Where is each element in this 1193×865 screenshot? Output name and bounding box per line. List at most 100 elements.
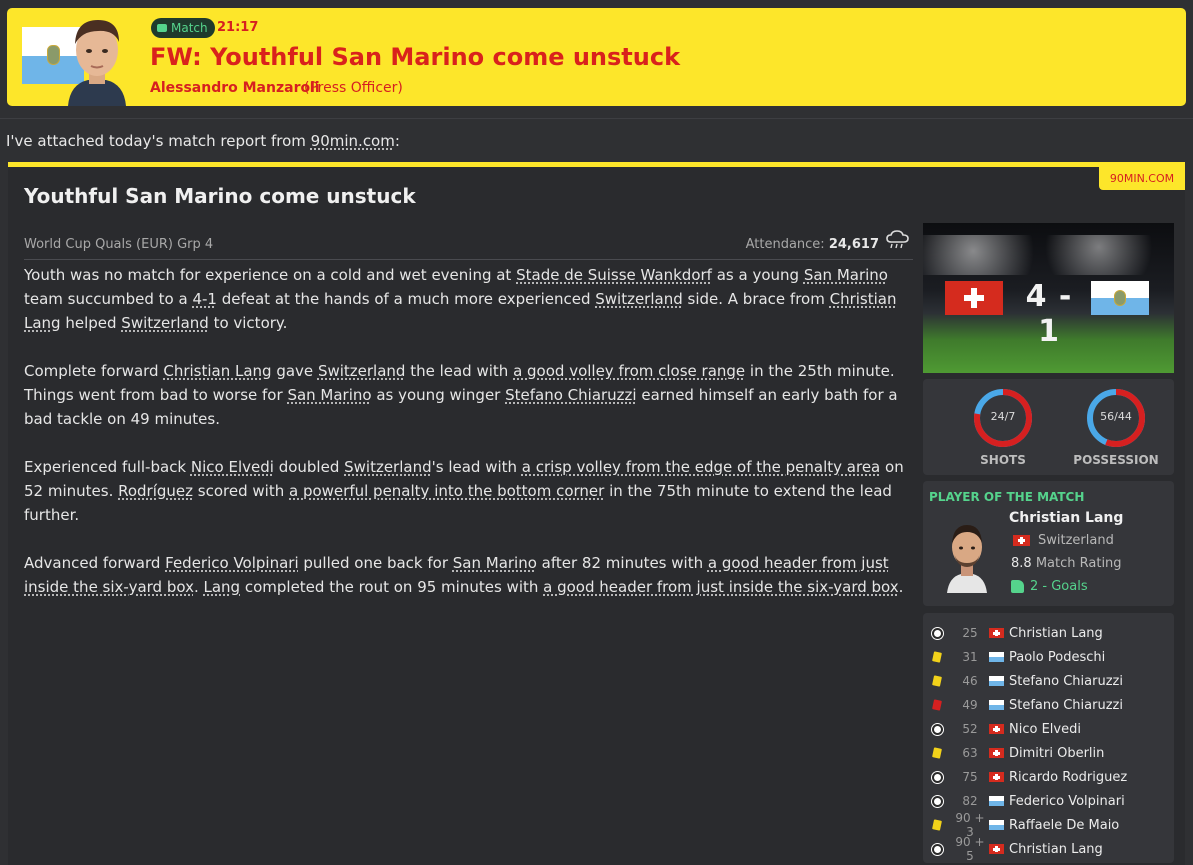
switzerland-flag-icon <box>989 628 1004 638</box>
event-player[interactable]: Paolo Podeschi <box>1009 650 1105 665</box>
event-flag-cell <box>989 796 1009 806</box>
event-player[interactable]: Ricardo Rodriguez <box>1009 770 1127 785</box>
report-paragraph: Complete forward Christian Lang gave Swi… <box>24 359 916 431</box>
report-link[interactable]: San Marino <box>453 554 537 572</box>
report-text: completed the rout on 95 minutes with <box>240 578 544 596</box>
event-minute: 90 + 5 <box>955 835 985 863</box>
report-link[interactable]: Rodríguez <box>118 482 193 500</box>
event-minute: 82 <box>962 794 978 808</box>
source-link[interactable]: 90min.com <box>311 132 395 150</box>
rain-cloud-icon <box>886 230 909 249</box>
sender-role: (Press Officer) <box>304 80 403 96</box>
sender-name[interactable]: Alessandro Manzaroli <box>150 80 320 96</box>
report-link[interactable]: Switzerland <box>344 458 432 476</box>
event-minute: 31 <box>962 650 978 664</box>
event-icon-cell <box>923 627 951 639</box>
report-link[interactable]: San Marino <box>804 266 888 284</box>
message-type-badge: Match <box>151 18 215 38</box>
potm-name[interactable]: Christian Lang <box>1009 510 1123 526</box>
report-link[interactable]: Switzerland <box>595 290 683 308</box>
possession-label: POSSESSION <box>1073 453 1159 467</box>
report-link[interactable]: a good volley from close range <box>513 362 745 380</box>
potm-header: PLAYER OF THE MATCH <box>929 490 1085 504</box>
report-link[interactable]: San Marino <box>287 386 371 404</box>
intro-suffix: : <box>394 132 400 150</box>
potm-rating-value: 8.8 <box>1011 556 1032 571</box>
event-flag-cell <box>989 700 1009 710</box>
report-link[interactable]: Switzerland <box>318 362 406 380</box>
report-body: Youth was no match for experience on a c… <box>24 263 916 623</box>
event-icon-cell <box>923 843 951 855</box>
event-player[interactable]: Dimitri Oberlin <box>1009 746 1104 761</box>
yellow-card-icon <box>932 747 942 759</box>
event-player[interactable]: Christian Lang <box>1009 842 1103 857</box>
shots-value: 24/7 <box>990 410 1016 423</box>
report-link[interactable]: Lang <box>204 578 241 596</box>
report-paragraph: Advanced forward Federico Volpinari pull… <box>24 551 916 599</box>
event-minute: 75 <box>962 770 978 784</box>
event-player[interactable]: Stefano Chiaruzzi <box>1009 698 1123 713</box>
source-tag: 90MIN.COM <box>1099 167 1185 190</box>
match-report-card: 90MIN.COM Youthful San Marino come unstu… <box>8 162 1185 865</box>
possession-stat: 56/44 POSSESSION <box>1071 387 1161 467</box>
report-text: Youth was no match for experience on a c… <box>24 266 517 284</box>
potm-goals-label: 2 - Goals <box>1030 579 1088 594</box>
report-link[interactable]: Stade de Suisse Wankdorf <box>516 266 712 284</box>
intro-text: I've attached today's match report from … <box>6 132 400 150</box>
report-title: Youthful San Marino come unstuck <box>24 184 416 208</box>
shots-label: SHOTS <box>980 453 1026 467</box>
attendance-label: Attendance: <box>745 237 825 252</box>
report-paragraph: Experienced full-back Nico Elvedi double… <box>24 455 916 527</box>
event-flag-cell <box>989 628 1009 638</box>
player-of-the-match[interactable]: PLAYER OF THE MATCH Christian Lang Switz… <box>923 481 1174 606</box>
event-row: 31 Paolo Podeschi <box>923 645 1174 669</box>
message-time: 21:17 <box>217 20 259 35</box>
report-link[interactable]: a crisp volley from the edge of the pena… <box>522 458 880 476</box>
report-link[interactable]: a powerful penalty into the bottom corne… <box>289 482 604 500</box>
report-text: team succumbed to a <box>24 290 193 308</box>
event-player[interactable]: Christian Lang <box>1009 626 1103 641</box>
scoreboard: 4 - 1 <box>923 223 1174 373</box>
switzerland-flag[interactable] <box>945 281 1003 315</box>
event-icon-cell <box>923 795 951 807</box>
potm-nationality: Switzerland <box>1013 533 1114 548</box>
report-link[interactable]: 4-1 <box>192 290 217 308</box>
event-player[interactable]: Stefano Chiaruzzi <box>1009 674 1123 689</box>
potm-goals: 2 - Goals <box>1011 579 1088 594</box>
potm-rating-label: Match Rating <box>1035 556 1122 571</box>
report-link[interactable]: Stefano Chiaruzzi <box>505 386 636 404</box>
report-link[interactable]: Switzerland <box>121 314 209 332</box>
switzerland-flag-icon <box>989 844 1004 854</box>
event-minute: 25 <box>962 626 978 640</box>
press-officer-avatar[interactable] <box>62 14 132 106</box>
event-row: 63 Dimitri Oberlin <box>923 741 1174 765</box>
report-text: to victory. <box>208 314 288 332</box>
event-flag-cell <box>989 772 1009 782</box>
event-row: 90 + 3 Raffaele De Maio <box>923 811 1174 839</box>
report-link[interactable]: Federico Volpinari <box>165 554 298 572</box>
report-text: gave <box>271 362 318 380</box>
report-text: as young winger <box>371 386 506 404</box>
event-minute: 49 <box>962 698 978 712</box>
match-events: 25 Christian Lang 31 Paolo Podeschi 46 Stefan… <box>923 613 1174 863</box>
event-row: 52 Nico Elvedi <box>923 717 1174 741</box>
report-link[interactable]: Christian Lang <box>163 362 271 380</box>
event-player[interactable]: Raffaele De Maio <box>1009 818 1119 833</box>
competition-label[interactable]: World Cup Quals (EUR) Grp 4 <box>24 237 213 252</box>
event-player[interactable]: Nico Elvedi <box>1009 722 1081 737</box>
report-text: doubled <box>273 458 345 476</box>
report-text: 's lead with <box>431 458 522 476</box>
event-row: 82 Federico Volpinari <box>923 789 1174 813</box>
goal-ball-icon <box>931 723 943 735</box>
event-minute: 52 <box>962 722 978 736</box>
report-text: as a young <box>711 266 804 284</box>
san-marino-flag[interactable] <box>1091 281 1149 315</box>
report-link[interactable]: Nico Elvedi <box>191 458 274 476</box>
event-minute: 46 <box>962 674 978 688</box>
switzerland-flag-icon <box>989 724 1004 734</box>
report-text: helped <box>60 314 122 332</box>
event-icon-cell <box>923 723 951 735</box>
report-link[interactable]: a good header from just inside the six-y… <box>543 578 899 596</box>
event-player[interactable]: Federico Volpinari <box>1009 794 1125 809</box>
potm-avatar <box>947 525 987 593</box>
